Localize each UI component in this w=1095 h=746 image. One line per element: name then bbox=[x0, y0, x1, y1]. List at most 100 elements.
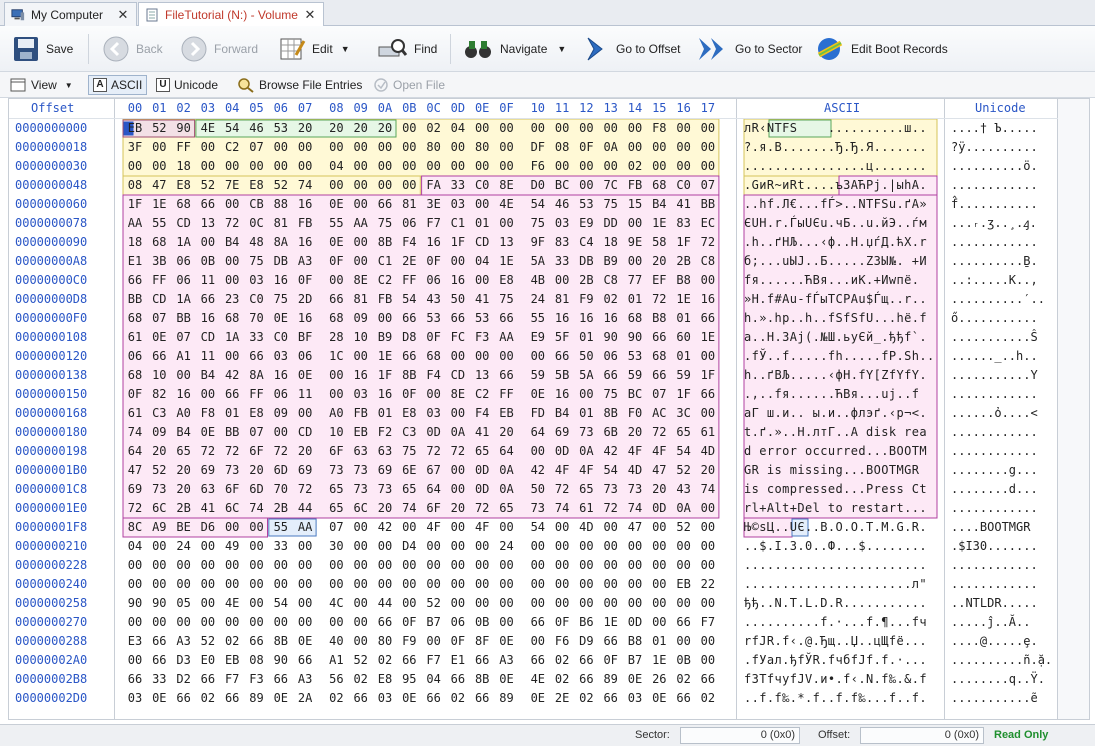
hex-byte[interactable]: 66 bbox=[648, 366, 670, 385]
hex-byte[interactable]: 72 bbox=[447, 442, 469, 461]
hex-byte[interactable]: 00 bbox=[551, 271, 573, 290]
hex-byte[interactable]: CD bbox=[148, 290, 170, 309]
hex-byte[interactable]: B4 bbox=[648, 195, 670, 214]
hex-byte[interactable]: 00 bbox=[624, 138, 646, 157]
hex-byte[interactable]: 00 bbox=[471, 556, 493, 575]
hex-byte[interactable]: 00 bbox=[197, 138, 219, 157]
hex-byte[interactable]: 00 bbox=[423, 537, 445, 556]
hex-byte[interactable]: 00 bbox=[673, 138, 695, 157]
hex-byte[interactable]: 00 bbox=[447, 461, 469, 480]
hex-byte[interactable]: 00 bbox=[624, 556, 646, 575]
hex-byte[interactable]: A3 bbox=[496, 651, 518, 670]
hex-row[interactable]: 0000000000 EB 52 90 4E 54 46 53 20 20 20 20 00 02 04 00… bbox=[9, 119, 1089, 138]
hex-byte[interactable]: 00 bbox=[221, 347, 243, 366]
hex-byte[interactable]: 75 bbox=[270, 290, 292, 309]
ascii-text[interactable]: ........................ bbox=[744, 556, 927, 575]
hex-byte[interactable]: E8 bbox=[173, 176, 195, 195]
hex-byte[interactable]: C8 bbox=[697, 252, 719, 271]
hex-byte[interactable]: 66 bbox=[325, 290, 347, 309]
hex-byte[interactable]: 90 bbox=[173, 119, 195, 138]
hex-byte[interactable]: 75 bbox=[374, 214, 396, 233]
hex-byte[interactable]: 00 bbox=[496, 556, 518, 575]
ascii-text[interactable]: GR is missing...BOOTMGR bbox=[744, 461, 927, 480]
hex-byte[interactable]: E8 bbox=[398, 404, 420, 423]
hex-byte[interactable]: F0 bbox=[624, 404, 646, 423]
hex-byte[interactable]: 70 bbox=[270, 480, 292, 499]
ascii-text[interactable]: aГ ш.и.. ы.и..флэґ.‹р¬<. bbox=[744, 404, 927, 423]
hex-byte[interactable]: 00 bbox=[496, 613, 518, 632]
hex-byte[interactable]: 60 bbox=[673, 328, 695, 347]
hex-row[interactable]: 00000000F0 68 07 BB 16 68 70 0E 16 68 09 00 66 53 66 53… bbox=[9, 309, 1089, 328]
hex-byte[interactable]: 00 bbox=[197, 575, 219, 594]
unicode-text[interactable]: ............ bbox=[951, 575, 1038, 594]
row-offset[interactable]: 0000000210 bbox=[15, 537, 87, 556]
hex-byte[interactable]: 00 bbox=[471, 537, 493, 556]
hex-byte[interactable]: 73 bbox=[374, 480, 396, 499]
hex-byte[interactable]: DB bbox=[575, 252, 597, 271]
hex-byte[interactable]: 1A bbox=[173, 290, 195, 309]
hex-row[interactable]: 00000000D8 BB CD 1A 66 23 C0 75 2D 66 81 FB 54 43 50 41… bbox=[9, 290, 1089, 309]
ascii-text[interactable]: h.».hp..h..fSfSfU...hё.f bbox=[744, 309, 927, 328]
hex-byte[interactable]: 1E bbox=[673, 290, 695, 309]
hex-byte[interactable]: 04 bbox=[124, 537, 146, 556]
hex-byte[interactable]: 00 bbox=[398, 556, 420, 575]
hex-byte[interactable]: FB bbox=[374, 290, 396, 309]
close-icon[interactable]: ✕ bbox=[303, 7, 317, 23]
hex-byte[interactable]: 66 bbox=[471, 651, 493, 670]
ascii-text[interactable]: .fУал.ђfЎR.fчбfЈf.f.·... bbox=[744, 651, 927, 670]
hex-byte[interactable]: 16 bbox=[374, 385, 396, 404]
hex-byte[interactable]: 00 bbox=[697, 651, 719, 670]
hex-byte[interactable]: 20 bbox=[294, 442, 316, 461]
hex-byte[interactable]: 2B bbox=[575, 271, 597, 290]
hex-byte[interactable]: 00 bbox=[697, 594, 719, 613]
hex-byte[interactable]: 00 bbox=[221, 556, 243, 575]
hex-byte[interactable]: C2 bbox=[374, 271, 396, 290]
hex-byte[interactable]: D6 bbox=[197, 518, 219, 537]
hex-byte[interactable]: 00 bbox=[148, 556, 170, 575]
unicode-text[interactable]: ............ bbox=[951, 442, 1038, 461]
hex-byte[interactable]: 13 bbox=[496, 233, 518, 252]
hex-row[interactable]: 0000000018 3F 00 FF 00 C2 07 00 00 00 00 00 00 80 00 80… bbox=[9, 138, 1089, 157]
hex-byte[interactable]: F8 bbox=[197, 404, 219, 423]
ascii-text[interactable]: »Н.f#Аu-fЃыTCPAu$Ѓщ..r.. bbox=[744, 290, 927, 309]
hex-byte[interactable]: 0E bbox=[648, 689, 670, 708]
hex-byte[interactable]: 0E bbox=[398, 689, 420, 708]
hex-byte[interactable]: 43 bbox=[423, 290, 445, 309]
hex-byte[interactable]: 59 bbox=[527, 366, 549, 385]
hex-byte[interactable]: 9F bbox=[527, 233, 549, 252]
hex-byte[interactable]: 52 bbox=[673, 461, 695, 480]
hex-byte[interactable]: 00 bbox=[575, 119, 597, 138]
hex-row[interactable]: 00000001B0 47 52 20 69 73 20 6D 69 73 73 69 6E 67 00 0D… bbox=[9, 461, 1089, 480]
hex-byte[interactable]: 00 bbox=[221, 157, 243, 176]
hex-byte[interactable]: 00 bbox=[325, 613, 347, 632]
hex-byte[interactable]: 66 bbox=[673, 613, 695, 632]
unicode-text[interactable]: ..:.....K.., bbox=[951, 271, 1038, 290]
hex-byte[interactable]: B8 bbox=[648, 309, 670, 328]
ascii-text[interactable]: ?.я.В.......Ђ.Ђ.Я....... bbox=[744, 138, 927, 157]
hex-byte[interactable]: 1F bbox=[673, 233, 695, 252]
hex-byte[interactable]: 4D bbox=[624, 461, 646, 480]
hex-row[interactable]: 0000000030 00 00 18 00 00 00 00 00 04 00 00 00 00 00 00… bbox=[9, 157, 1089, 176]
hex-byte[interactable]: 65 bbox=[496, 499, 518, 518]
hex-byte[interactable]: 0F bbox=[575, 138, 597, 157]
hex-byte[interactable]: 00 bbox=[350, 157, 372, 176]
hex-byte[interactable]: 4F bbox=[423, 518, 445, 537]
row-offset[interactable]: 00000001E0 bbox=[15, 499, 87, 518]
hex-byte[interactable]: 00 bbox=[374, 575, 396, 594]
hex-byte[interactable]: 07 bbox=[246, 138, 268, 157]
hex-byte[interactable]: 40 bbox=[325, 632, 347, 651]
hex-byte[interactable]: F9 bbox=[398, 632, 420, 651]
hex-byte[interactable]: 04 bbox=[423, 670, 445, 689]
hex-byte[interactable]: 4E bbox=[197, 119, 219, 138]
hex-byte[interactable]: 00 bbox=[350, 613, 372, 632]
hex-byte[interactable]: EB bbox=[124, 119, 146, 138]
hex-byte[interactable]: EB bbox=[221, 651, 243, 670]
close-icon[interactable]: ✕ bbox=[116, 7, 130, 23]
hex-byte[interactable]: 00 bbox=[648, 575, 670, 594]
hex-byte[interactable]: 00 bbox=[197, 556, 219, 575]
hex-byte[interactable]: 00 bbox=[600, 594, 622, 613]
tab-volume[interactable]: FileTutorial (N:) - Volume ✕ bbox=[138, 2, 324, 27]
hex-byte[interactable]: 00 bbox=[173, 556, 195, 575]
hex-byte[interactable]: 03 bbox=[624, 689, 646, 708]
hex-byte[interactable]: 52 bbox=[148, 119, 170, 138]
